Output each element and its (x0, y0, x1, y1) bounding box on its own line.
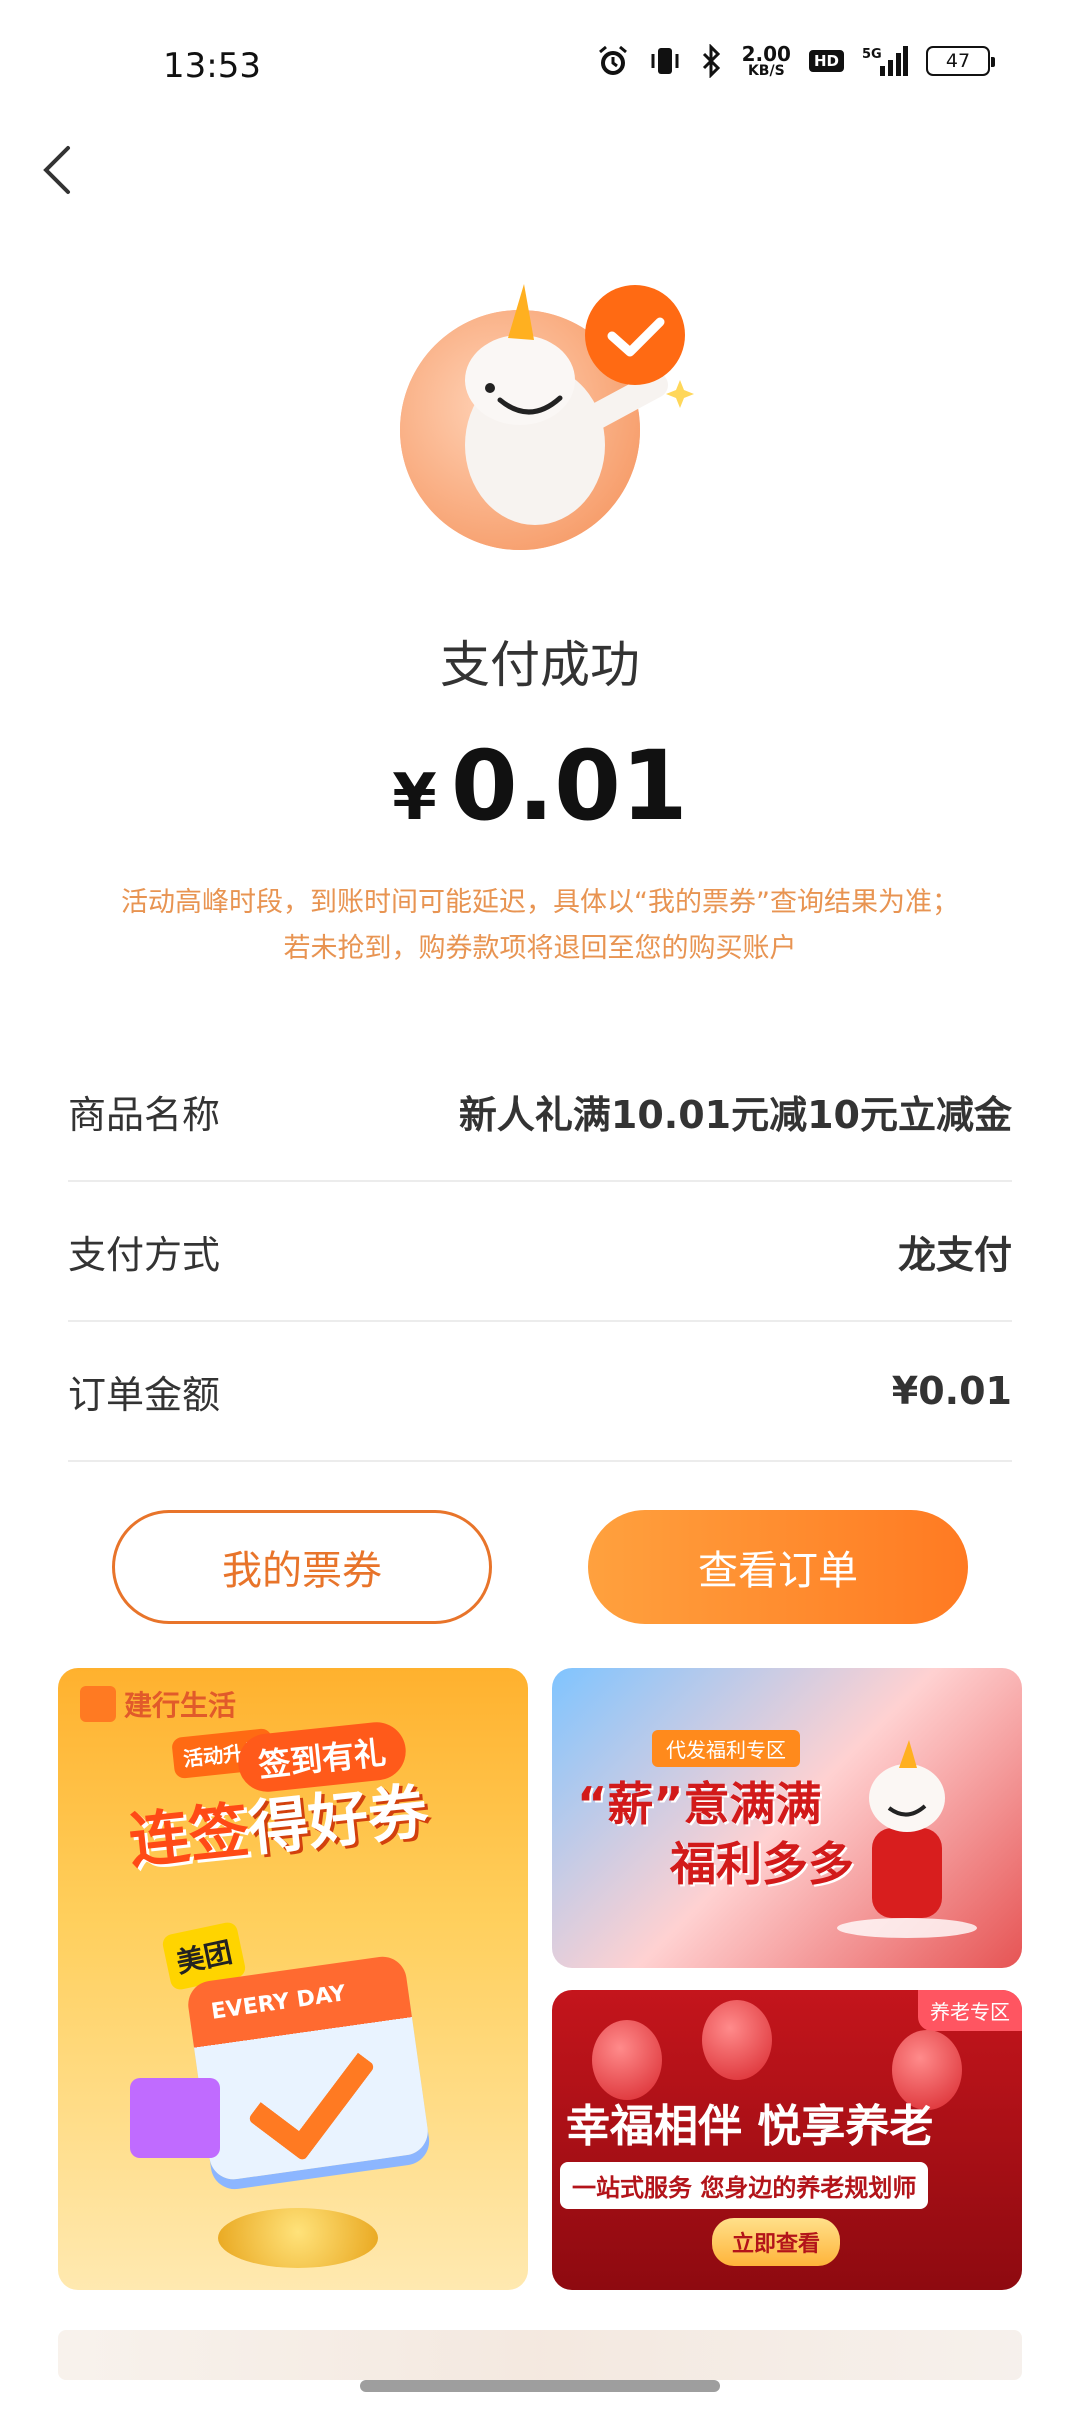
next-banner-preview (58, 2330, 1022, 2380)
lantern-icon (592, 2020, 662, 2100)
status-time: 13:53 (163, 46, 261, 86)
network-speed: 2.00 KB/S (741, 42, 791, 79)
info-row-payment-method: 支付方式 龙支付 (68, 1182, 1012, 1322)
info-row-product: 商品名称 新人礼满10.01元减10元立减金 (68, 1042, 1012, 1182)
success-mascot-illustration (400, 270, 700, 560)
currency-symbol: ¥ (392, 761, 437, 835)
order-info-list: 商品名称 新人礼满10.01元减10元立减金 支付方式 龙支付 订单金额 ¥0.… (68, 1042, 1012, 1462)
elderly-care-banner[interactable]: 养老专区 幸福相伴 悦享养老 一站式服务 您身边的养老规划师 立即查看 (552, 1990, 1022, 2290)
salary-welfare-banner[interactable]: 代发福利专区 “薪”意满满 福利多多 (552, 1668, 1022, 1968)
back-button[interactable] (30, 140, 90, 200)
status-icons: 2.00 KB/S HD 5G 47 (596, 42, 995, 79)
my-tickets-button[interactable]: 我的票券 (112, 1510, 492, 1624)
hd-icon: HD (808, 50, 844, 72)
gift-box-icon (130, 2078, 220, 2158)
lantern-icon (702, 2000, 772, 2080)
notice-line-2: 若未抢到，购券款项将退回至您的购买账户 (283, 933, 797, 964)
info-label: 支付方式 (68, 1232, 221, 1277)
chevron-left-icon (43, 146, 70, 194)
mascot-figure-icon (837, 1740, 977, 1938)
status-bar: 13:53 2.00 KB/S HD 5G 47 (0, 0, 1080, 140)
check-icon (247, 2023, 376, 2162)
info-value: ¥0.01 (891, 1369, 1012, 1413)
welfare-line-1: “薪”意满满 (577, 1777, 822, 1831)
elderly-title: 幸福相伴 悦享养老 (566, 2101, 934, 2152)
home-indicator[interactable] (360, 2380, 720, 2392)
vibrate-icon (648, 44, 682, 78)
svg-text:5G: 5G (862, 47, 882, 62)
info-value: 新人礼满10.01元减10元立减金 (458, 1092, 1012, 1137)
brand-label: 建行生活 (80, 1684, 236, 1724)
info-value: 龙支付 (897, 1232, 1012, 1277)
signal-icon: 5G (862, 44, 908, 78)
delay-notice: 活动高峰时段，到账时间可能延迟，具体以“我的票券”查询结果为准； 若未抢到，购券… (0, 880, 1080, 972)
payment-amount: ¥0.01 (0, 730, 1080, 842)
payment-success-title: 支付成功 (440, 636, 640, 694)
ccb-life-logo-icon (80, 1686, 116, 1722)
sign-in-promo-banner[interactable]: 建行生活 活动升级 签到有礼 连签得好券 美团 EVERY DAY (58, 1668, 528, 2290)
info-label: 商品名称 (68, 1092, 221, 1137)
notice-line-1: 活动高峰时段，到账时间可能延迟，具体以“我的票券”查询结果为准； (121, 887, 959, 918)
info-row-order-amount: 订单金额 ¥0.01 (68, 1322, 1012, 1462)
welfare-tag: 代发福利专区 (652, 1730, 800, 1767)
calendar-illustration: EVERY DAY (185, 1953, 431, 2183)
alarm-icon (596, 44, 630, 78)
elderly-subtitle: 一站式服务 您身边的养老规划师 (560, 2162, 929, 2209)
coins-illustration (218, 2208, 378, 2268)
promo-slogan: 连签得好券 (125, 1776, 432, 1878)
info-label: 订单金额 (68, 1372, 221, 1417)
view-order-button[interactable]: 查看订单 (588, 1510, 968, 1624)
bluetooth-icon (700, 44, 724, 78)
battery-icon: 47 (926, 46, 995, 76)
view-now-button[interactable]: 立即查看 (712, 2218, 841, 2266)
elderly-zone-tag: 养老专区 (918, 1990, 1022, 2031)
amount-value: 0.01 (450, 730, 688, 842)
